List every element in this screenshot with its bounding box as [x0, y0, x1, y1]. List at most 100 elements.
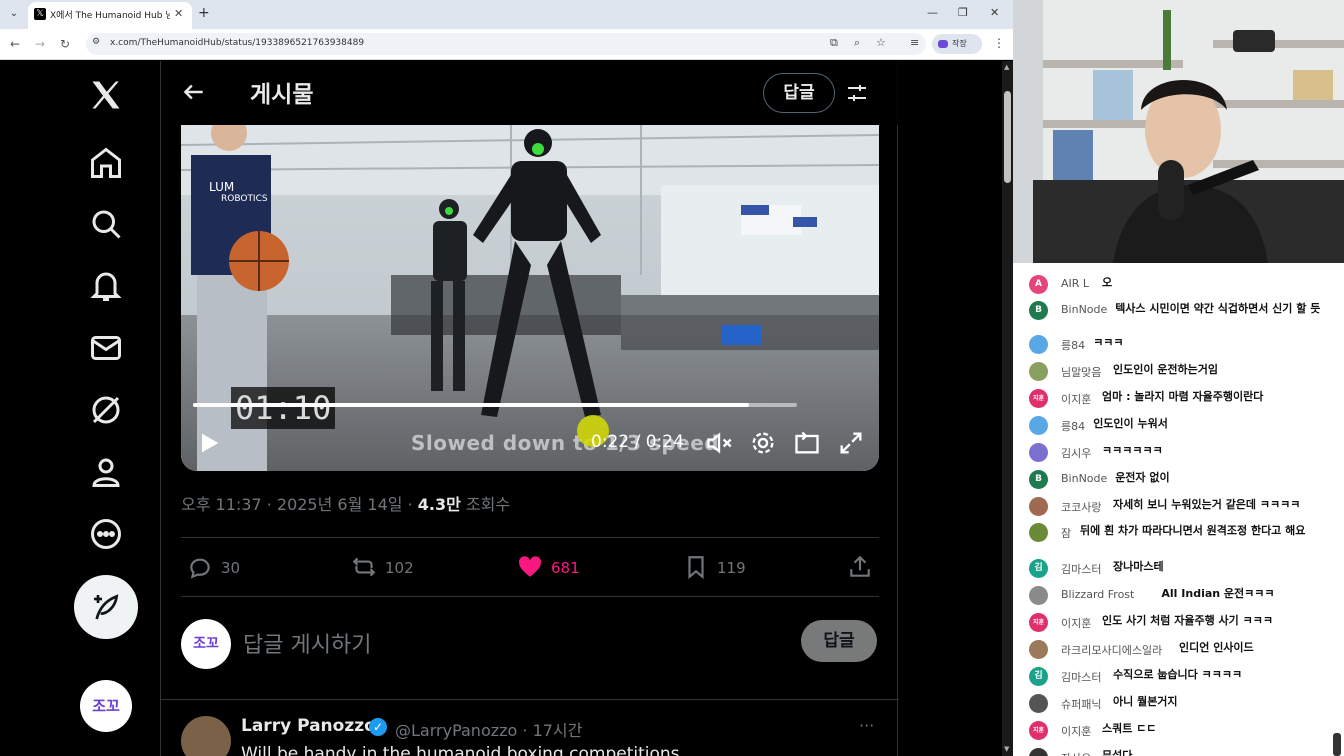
chat-text: 장나마스테: [1113, 560, 1164, 573]
url-field[interactable]: ⚙ x.com/TheHumanoidHub/status/1933896521…: [86, 33, 926, 55]
chat-text: ㅋㅋㅋㅋㅋㅋ: [1102, 444, 1163, 457]
chat-nickname[interactable]: 코코사랑: [1061, 499, 1101, 515]
chat-nickname[interactable]: Blizzard Frost: [1061, 588, 1134, 601]
chat-nickname[interactable]: 김마스터: [1061, 669, 1101, 685]
new-tab-icon[interactable]: +: [198, 5, 210, 21]
settings-sliders-icon[interactable]: [845, 81, 869, 105]
share-upload-icon: [850, 555, 870, 577]
restore-icon[interactable]: ❐: [958, 6, 968, 19]
play-icon[interactable]: [195, 429, 223, 457]
fullscreen-icon[interactable]: [837, 429, 865, 457]
reply-sort-button[interactable]: 답글: [763, 73, 835, 113]
chat-avatar[interactable]: [1029, 586, 1048, 605]
video-progress-bar[interactable]: [193, 403, 797, 407]
browser-back-icon[interactable]: ←: [10, 37, 20, 51]
browser-tab[interactable]: 𝕏 X에서 The Humanoid Hub 님 ✕: [28, 2, 192, 29]
chat-nickname[interactable]: 김마스터: [1061, 561, 1101, 577]
minimize-icon[interactable]: —: [927, 6, 938, 19]
profile-person-icon[interactable]: [88, 454, 124, 490]
chat-nickname[interactable]: 릉84: [1061, 337, 1085, 353]
search-icon[interactable]: [88, 206, 124, 242]
chat-avatar[interactable]: 김: [1029, 667, 1048, 686]
window-close-icon[interactable]: ✕: [990, 6, 999, 19]
chat-nickname[interactable]: 이지훈: [1061, 723, 1091, 739]
chat-nickname[interactable]: 김시우: [1061, 445, 1091, 461]
chat-nickname[interactable]: 릉84: [1061, 418, 1085, 434]
browser-menu-icon[interactable]: ⋮: [993, 36, 1005, 50]
chat-nickname[interactable]: AIR L: [1061, 277, 1089, 290]
chat-avatar[interactable]: 김: [1029, 559, 1048, 578]
like-count: 681: [551, 559, 580, 577]
chat-nickname[interactable]: 슈퍼패닉: [1061, 696, 1101, 712]
chat-avatar[interactable]: 지훈: [1029, 721, 1048, 740]
grok-slash-icon[interactable]: [88, 392, 124, 428]
chat-avatar[interactable]: [1029, 497, 1048, 516]
reply-input[interactable]: 답글 게시하기: [243, 627, 371, 659]
more-circle-icon[interactable]: [88, 516, 124, 552]
chat-avatar[interactable]: [1029, 362, 1048, 381]
repost-icon: [352, 557, 376, 577]
chat-avatar[interactable]: [1029, 443, 1048, 462]
chat-avatar[interactable]: [1029, 640, 1048, 659]
reload-icon[interactable]: ↻: [60, 37, 70, 51]
chat-avatar[interactable]: [1029, 416, 1048, 435]
chat-avatar[interactable]: 지훈: [1029, 613, 1048, 632]
chat-text: 인도인이 운전하는거임: [1113, 363, 1219, 376]
chat-nickname[interactable]: BinNode: [1061, 303, 1107, 316]
install-app-icon[interactable]: ⧉: [830, 36, 838, 50]
home-icon[interactable]: [88, 145, 124, 181]
compose-post-button[interactable]: [74, 575, 138, 639]
bookmark-star-icon[interactable]: ☆: [876, 36, 886, 49]
reply-author-handle[interactable]: @LarryPanozzo · 17시간: [395, 717, 582, 741]
chat-avatar[interactable]: 지훈: [1029, 389, 1048, 408]
post-timestamp[interactable]: 오후 11:37 · 2025년 6월 14일 ·: [181, 495, 418, 514]
chat-avatar[interactable]: B: [1029, 470, 1048, 489]
page-title: 게시물: [250, 82, 314, 108]
chat-avatar[interactable]: [1029, 748, 1048, 756]
chat-nickname[interactable]: 이지훈: [1061, 615, 1091, 631]
notifications-bell-icon[interactable]: [88, 268, 124, 304]
chat-nickname[interactable]: 자사오: [1061, 750, 1091, 756]
video-settings-gear-icon[interactable]: [749, 429, 777, 457]
chat-avatar[interactable]: A: [1029, 275, 1048, 294]
mute-icon[interactable]: [705, 429, 733, 457]
reply-more-icon[interactable]: ···: [859, 716, 874, 735]
zoom-icon[interactable]: ⌕: [854, 36, 860, 50]
x-favicon-icon: 𝕏: [34, 8, 46, 20]
chat-avatar[interactable]: B: [1029, 301, 1048, 320]
chat-avatar[interactable]: [1029, 335, 1048, 354]
chat-nickname[interactable]: 잠: [1061, 525, 1071, 541]
back-arrow-icon[interactable]: [181, 79, 207, 105]
reading-list-icon[interactable]: ≡: [910, 36, 919, 49]
site-info-icon[interactable]: ⚙: [92, 37, 100, 47]
chat-text: 인도 사기 처럼 자율주행 사기 ㅋㅋㅋ: [1102, 614, 1273, 627]
account-avatar[interactable]: 조꼬: [80, 680, 132, 732]
scroll-up-icon[interactable]: ▲: [1004, 63, 1009, 71]
x-logo-icon[interactable]: [88, 77, 124, 113]
reply-submit-button[interactable]: 답글: [801, 620, 877, 662]
browser-forward-icon[interactable]: →: [35, 37, 45, 51]
chat-text: 엄마 : 놀라지 마렴 자율주행이란다: [1102, 390, 1264, 403]
scroll-down-icon[interactable]: ▼: [1004, 745, 1009, 753]
chat-nickname[interactable]: 이지훈: [1061, 391, 1091, 407]
page-scrollbar[interactable]: ▲ ▼: [1002, 61, 1013, 756]
video-player[interactable]: LUM ROBOTICS 01:10 Slowed down to 1/3 sp…: [181, 125, 879, 471]
profile-button[interactable]: 작장: [932, 34, 982, 54]
chat-nickname[interactable]: BinNode: [1061, 472, 1107, 485]
tab-close-icon[interactable]: ✕: [174, 7, 183, 20]
reply-author-avatar[interactable]: [181, 716, 231, 756]
scrollbar-thumb[interactable]: [1004, 91, 1011, 183]
messages-mail-icon[interactable]: [88, 330, 124, 366]
pip-icon[interactable]: [793, 429, 821, 457]
chat-nickname[interactable]: 라크리모사디에스일라: [1061, 642, 1162, 658]
shirt-logo-subtext: ROBOTICS: [221, 194, 268, 204]
tab-list-chevron-icon[interactable]: ⌄: [6, 6, 22, 22]
reply-author-name[interactable]: Larry Panozzo: [241, 716, 376, 736]
chat-scrollbar[interactable]: [1333, 733, 1341, 756]
chat-nickname[interactable]: 님말맞음: [1061, 364, 1101, 380]
chat-avatar[interactable]: [1029, 694, 1048, 713]
reply-tweet[interactable]: Larry Panozzo ✓ @LarryPanozzo · 17시간 ···…: [161, 699, 899, 756]
chat-avatar[interactable]: [1029, 523, 1048, 542]
chat-text: 인도인이 누워서: [1093, 417, 1168, 430]
profile-avatar-icon: [938, 40, 948, 48]
